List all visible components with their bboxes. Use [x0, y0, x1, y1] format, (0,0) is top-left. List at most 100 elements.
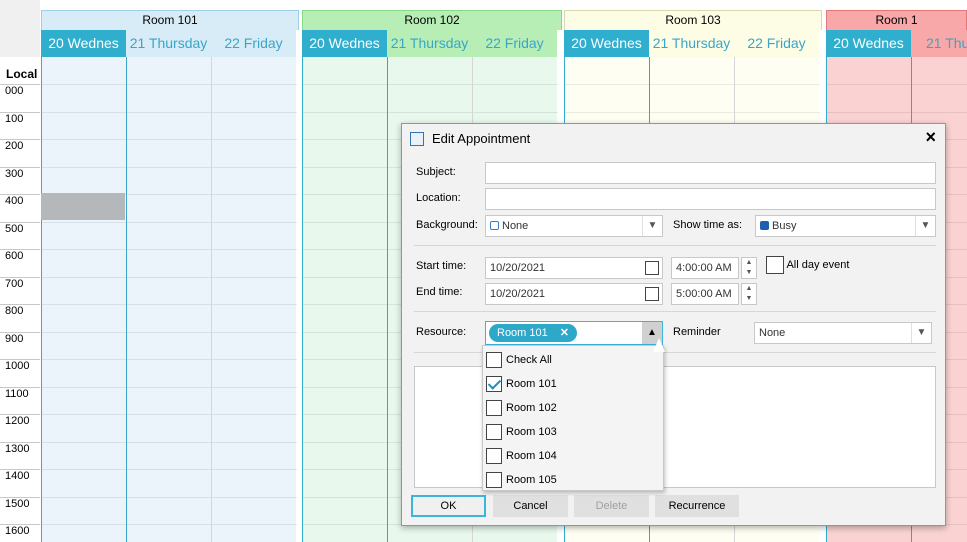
slot-gridline: [42, 139, 127, 140]
room-header[interactable]: Room 1: [826, 10, 967, 30]
checkbox-box[interactable]: [486, 472, 502, 489]
checkbox-box[interactable]: [766, 256, 784, 274]
cancel-button[interactable]: Cancel: [493, 495, 568, 517]
slot-gridline: [127, 441, 212, 443]
time-label: 300: [5, 167, 24, 180]
slot-gridline: [473, 84, 558, 85]
gutter-header: [0, 0, 40, 57]
day-header[interactable]: 20 Wednes: [826, 30, 911, 57]
resource-option[interactable]: Room 101: [486, 372, 557, 396]
selected-slot[interactable]: [41, 193, 125, 220]
background-swatch: [490, 221, 499, 230]
subject-input[interactable]: [485, 162, 936, 184]
slot-gridline: [127, 249, 212, 250]
checkbox-box[interactable]: [486, 376, 502, 393]
slot-gridline: [127, 84, 212, 85]
slot-gridline: [303, 249, 388, 250]
time-label: 800: [5, 305, 24, 317]
ok-button[interactable]: OK: [411, 495, 486, 517]
slot-gridline: [127, 386, 212, 388]
day-header[interactable]: 21 Thurs: [911, 30, 967, 57]
room-header[interactable]: Room 101: [41, 10, 299, 30]
resource-option-label: Room 104: [506, 450, 557, 462]
resource-option[interactable]: Room 104: [486, 444, 557, 468]
location-input[interactable]: [485, 188, 936, 210]
slot-gridline: [212, 359, 297, 360]
slot-gridline: [303, 304, 388, 305]
reminder-select[interactable]: None ▼: [754, 322, 932, 344]
day-header[interactable]: 22 Friday: [734, 30, 819, 57]
background-select[interactable]: None ▼: [485, 215, 663, 237]
time-label: 600: [5, 250, 24, 262]
day-header[interactable]: 22 Friday: [211, 30, 296, 57]
chevron-down-icon[interactable]: ▼: [911, 323, 931, 343]
chevron-down-icon[interactable]: ▼: [915, 216, 935, 236]
day-column[interactable]: [41, 57, 127, 542]
slot-gridline: [212, 249, 297, 250]
time-label: 200: [5, 140, 24, 152]
divider: [414, 311, 936, 312]
start-time-input[interactable]: 4:00:00 AM: [671, 257, 739, 279]
recurrence-button[interactable]: Recurrence: [655, 495, 739, 517]
day-column[interactable]: [211, 57, 297, 542]
slot-gridline: [388, 111, 473, 113]
all-day-checkbox[interactable]: All day event: [766, 256, 849, 274]
end-time-input[interactable]: 5:00:00 AM: [671, 283, 739, 305]
resource-option[interactable]: Room 105: [486, 468, 557, 492]
day-column[interactable]: [126, 57, 212, 542]
day-header[interactable]: 21 Thursday: [126, 30, 211, 57]
slot-gridline: [303, 166, 388, 168]
slot-gridline: [212, 386, 297, 388]
resource-option-label: Room 101: [506, 378, 557, 390]
calendar-icon[interactable]: [645, 261, 659, 275]
slot-gridline: [735, 111, 820, 113]
start-date-picker[interactable]: 10/20/2021: [485, 257, 663, 279]
slot-gridline: [127, 524, 212, 525]
start-time-spinner[interactable]: ▲ ▼: [741, 257, 757, 279]
room-header[interactable]: Room 103: [564, 10, 822, 30]
slot-gridline: [303, 359, 388, 360]
close-icon[interactable]: ×: [925, 127, 936, 148]
slot-gridline: [565, 84, 650, 85]
day-header[interactable]: 21 Thursday: [649, 30, 734, 57]
resource-option[interactable]: Room 103: [486, 420, 557, 444]
time-label: 1100: [5, 387, 29, 400]
checkbox-box[interactable]: [486, 448, 502, 465]
checkbox-box[interactable]: [486, 424, 502, 441]
show-time-select[interactable]: Busy ▼: [755, 215, 936, 237]
slot-gridline: [650, 111, 735, 113]
resource-option[interactable]: Check All: [486, 348, 552, 372]
delete-button[interactable]: Delete: [574, 495, 649, 517]
slot-gridline: [212, 331, 297, 333]
slot-gridline: [127, 414, 212, 415]
day-header[interactable]: 20 Wednes: [41, 30, 126, 57]
slot-gridline: [565, 111, 650, 113]
end-time-spinner[interactable]: ▲ ▼: [741, 283, 757, 305]
dialog-title: Edit Appointment: [432, 131, 531, 146]
day-header[interactable]: 20 Wednes: [564, 30, 649, 57]
day-column[interactable]: [302, 57, 388, 542]
resource-option[interactable]: Room 102: [486, 396, 557, 420]
room-header[interactable]: Room 102: [302, 10, 562, 30]
slot-gridline: [127, 304, 212, 305]
day-header[interactable]: 21 Thursday: [387, 30, 472, 57]
end-date-picker[interactable]: 10/20/2021: [485, 283, 663, 305]
slot-gridline: [42, 524, 127, 525]
resource-multiselect[interactable]: Room 101 ✕ ▲: [485, 321, 663, 345]
slot-gridline: [127, 166, 212, 168]
busy-swatch: [760, 221, 769, 230]
time-label: 700: [5, 277, 24, 290]
slot-gridline: [212, 414, 297, 415]
checkbox-box[interactable]: [486, 400, 502, 417]
chevron-down-icon[interactable]: ▼: [642, 216, 662, 236]
slot-gridline: [127, 469, 212, 470]
calendar-icon[interactable]: [645, 287, 659, 301]
checkbox-box[interactable]: [486, 352, 502, 369]
slot-gridline: [42, 166, 127, 168]
day-header[interactable]: 20 Wednes: [302, 30, 387, 57]
day-header[interactable]: 22 Friday: [472, 30, 557, 57]
slot-gridline: [303, 524, 388, 525]
resource-chip[interactable]: Room 101 ✕: [489, 324, 577, 342]
remove-chip-icon[interactable]: ✕: [560, 327, 569, 339]
end-date-value: 10/20/2021: [490, 288, 546, 300]
